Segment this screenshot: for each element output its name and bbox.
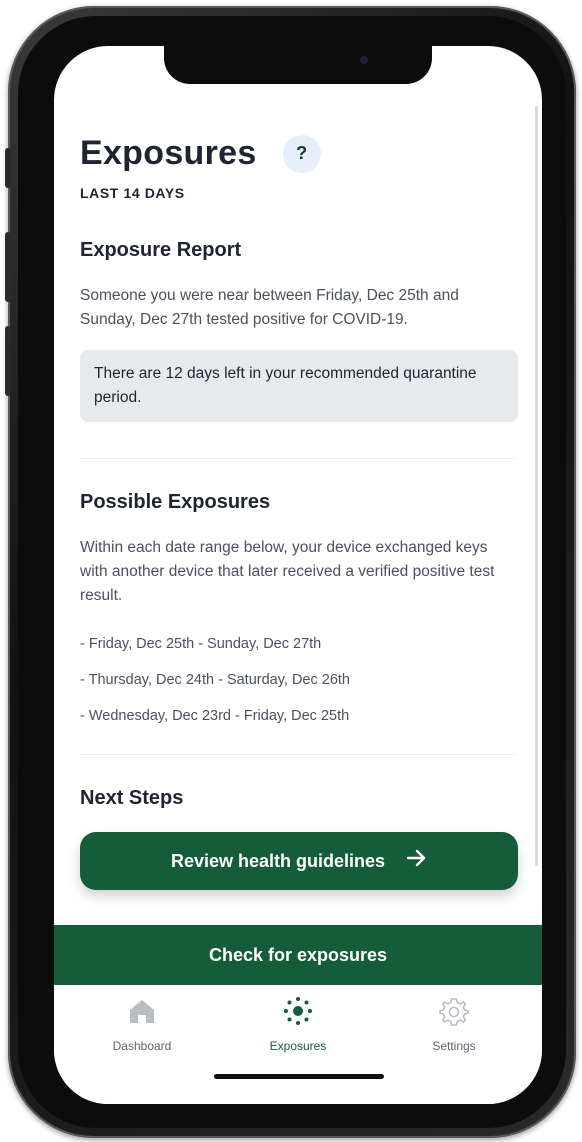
exposure-range-list: - Friday, Dec 25th - Sunday, Dec 27th - … xyxy=(80,626,518,734)
tab-settings-label: Settings xyxy=(432,1039,476,1053)
tab-settings[interactable]: Settings xyxy=(384,995,524,1053)
volume-down-button xyxy=(5,326,11,396)
possible-exposures-heading: Possible Exposures xyxy=(80,491,271,513)
main-content: Exposures ? LAST 14 DAYS Exposure Report… xyxy=(80,134,518,890)
tab-dashboard[interactable]: Dashboard xyxy=(72,995,212,1053)
title-row: Exposures ? xyxy=(80,134,518,173)
scrollbar[interactable] xyxy=(535,106,538,866)
home-icon xyxy=(72,995,212,1027)
check-exposures-button[interactable]: Check for exposures xyxy=(54,925,542,985)
divider xyxy=(80,754,518,755)
tab-exposures-label: Exposures xyxy=(269,1039,327,1053)
gear-icon xyxy=(384,995,524,1027)
quarantine-notice: There are 12 days left in your recommend… xyxy=(80,350,518,422)
tab-dashboard-label: Dashboard xyxy=(112,1039,172,1053)
list-item: - Friday, Dec 25th - Sunday, Dec 27th xyxy=(80,636,322,652)
silent-switch xyxy=(5,148,11,188)
home-indicator[interactable] xyxy=(214,1074,384,1079)
divider xyxy=(80,458,518,459)
tab-bar: Dashboard Exposures Settings xyxy=(54,985,542,1104)
exposure-dots-icon xyxy=(228,995,368,1027)
list-item: - Wednesday, Dec 23rd - Friday, Dec 25th xyxy=(80,708,350,724)
possible-exposures-text: Within each date range below, your devic… xyxy=(80,539,495,604)
period-subtitle: LAST 14 DAYS xyxy=(80,185,185,201)
review-guidelines-button[interactable]: Review health guidelines xyxy=(80,832,518,890)
help-button[interactable]: ? xyxy=(282,134,321,173)
next-steps-heading: Next Steps xyxy=(80,787,184,809)
exposure-report-text: Someone you were near between Friday, De… xyxy=(80,287,459,328)
exposure-report-heading: Exposure Report xyxy=(80,239,242,261)
review-guidelines-label: Review health guidelines xyxy=(170,850,386,871)
list-item: - Thursday, Dec 24th - Saturday, Dec 26t… xyxy=(80,672,350,688)
notch xyxy=(164,46,432,84)
tab-exposures[interactable]: Exposures xyxy=(228,995,368,1053)
camera-icon xyxy=(360,56,368,64)
arrow-right-icon xyxy=(406,849,427,873)
volume-up-button xyxy=(5,232,11,302)
app-screen: Exposures ? LAST 14 DAYS Exposure Report… xyxy=(54,46,542,1104)
page-title: Exposures xyxy=(80,134,257,172)
